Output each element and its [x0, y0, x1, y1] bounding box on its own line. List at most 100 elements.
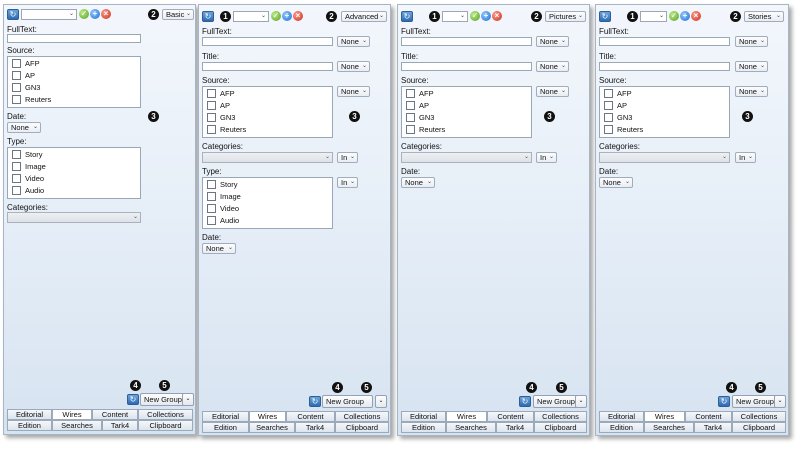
refresh-icon[interactable]: ↻: [401, 11, 413, 22]
source-item[interactable]: Reuters: [406, 124, 445, 135]
tab-wires[interactable]: Wires: [249, 411, 286, 422]
tab-clipboard[interactable]: Clipboard: [534, 422, 587, 433]
mode-dropdown[interactable]: Basic ⌄: [162, 9, 194, 20]
mode-dropdown[interactable]: Advanced ⌄: [341, 11, 387, 22]
fulltext-input[interactable]: [401, 37, 532, 46]
checkbox[interactable]: [207, 203, 216, 213]
date-dropdown[interactable]: None ⌄: [599, 177, 633, 188]
refresh-icon[interactable]: ↻: [599, 11, 611, 22]
title-input[interactable]: [202, 62, 333, 71]
mode-dropdown[interactable]: Stories ⌄: [744, 11, 784, 22]
source-item[interactable]: Reuters: [604, 124, 643, 135]
tab-searches[interactable]: Searches: [249, 422, 295, 433]
source-item[interactable]: GN3: [604, 112, 632, 123]
checkbox[interactable]: [12, 185, 21, 195]
checkbox[interactable]: [406, 88, 415, 98]
tab-collections[interactable]: Collections: [138, 409, 193, 420]
checkbox[interactable]: [207, 100, 216, 110]
type-item[interactable]: Story: [207, 179, 238, 190]
checkbox[interactable]: [12, 58, 21, 68]
confirm-icon[interactable]: ✓: [669, 11, 679, 21]
add-icon[interactable]: +: [90, 9, 100, 19]
categories-operator-dropdown[interactable]: In ⌄: [735, 152, 756, 163]
tab-collections[interactable]: Collections: [732, 411, 786, 422]
fulltext-operator-dropdown[interactable]: None ⌄: [536, 36, 569, 47]
source-operator-dropdown[interactable]: None ⌄: [536, 86, 569, 97]
type-item[interactable]: Image: [207, 191, 241, 202]
tab-searches[interactable]: Searches: [446, 422, 496, 433]
source-item[interactable]: AFP: [604, 88, 632, 99]
confirm-icon[interactable]: ✓: [470, 11, 480, 21]
source-item[interactable]: AFP: [12, 58, 40, 69]
tab-clipboard[interactable]: Clipboard: [732, 422, 786, 433]
fulltext-operator-dropdown[interactable]: None ⌄: [337, 36, 370, 47]
categories-combo[interactable]: ⌄: [7, 212, 141, 223]
new-group-dropdown[interactable]: ⌄: [774, 395, 786, 408]
tab-edition[interactable]: Edition: [599, 422, 644, 433]
new-group-button[interactable]: New Group: [322, 395, 373, 408]
checkbox[interactable]: [207, 88, 216, 98]
categories-operator-dropdown[interactable]: In ⌄: [536, 152, 557, 163]
title-operator-dropdown[interactable]: None ⌄: [337, 61, 370, 72]
saved-search-combo[interactable]: ⌄: [442, 11, 468, 22]
source-operator-dropdown[interactable]: None ⌄: [735, 86, 768, 97]
fulltext-input[interactable]: [7, 34, 141, 43]
mode-dropdown[interactable]: Pictures ⌄: [545, 11, 586, 22]
tab-tark4[interactable]: Tark4: [496, 422, 534, 433]
type-operator-dropdown[interactable]: In ⌄: [337, 177, 358, 188]
source-item[interactable]: GN3: [207, 112, 235, 123]
new-group-dropdown[interactable]: ⌄: [182, 393, 194, 406]
title-input[interactable]: [599, 62, 730, 71]
checkbox[interactable]: [604, 124, 613, 134]
saved-search-combo[interactable]: ⌄: [21, 9, 77, 20]
new-group-dropdown[interactable]: ⌄: [375, 395, 387, 408]
source-item[interactable]: Reuters: [12, 94, 51, 105]
title-operator-dropdown[interactable]: None ⌄: [735, 61, 768, 72]
tab-collections[interactable]: Collections: [534, 411, 587, 422]
source-item[interactable]: AFP: [406, 88, 434, 99]
source-item[interactable]: AP: [12, 70, 35, 81]
date-dropdown[interactable]: None ⌄: [401, 177, 435, 188]
source-item[interactable]: GN3: [406, 112, 434, 123]
refresh-icon[interactable]: ↻: [202, 11, 214, 22]
source-item[interactable]: AP: [406, 100, 429, 111]
title-input[interactable]: [401, 62, 532, 71]
type-item[interactable]: Story: [12, 149, 43, 160]
tab-edition[interactable]: Edition: [7, 420, 52, 431]
tab-wires[interactable]: Wires: [52, 409, 92, 420]
type-item[interactable]: Audio: [207, 215, 239, 226]
categories-combo[interactable]: ⌄: [401, 152, 532, 163]
tab-content[interactable]: Content: [92, 409, 138, 420]
fulltext-input[interactable]: [599, 37, 730, 46]
type-item[interactable]: Video: [207, 203, 239, 214]
type-item[interactable]: Audio: [12, 185, 44, 196]
checkbox[interactable]: [12, 173, 21, 183]
tab-editorial[interactable]: Editorial: [599, 411, 644, 422]
refresh-icon[interactable]: ↻: [718, 396, 730, 407]
refresh-icon[interactable]: ↻: [519, 396, 531, 407]
checkbox[interactable]: [207, 215, 216, 225]
checkbox[interactable]: [406, 112, 415, 122]
tab-wires[interactable]: Wires: [446, 411, 487, 422]
tab-content[interactable]: Content: [286, 411, 335, 422]
tab-editorial[interactable]: Editorial: [7, 409, 52, 420]
saved-search-combo[interactable]: ⌄: [640, 11, 667, 22]
checkbox[interactable]: [12, 94, 21, 104]
refresh-icon[interactable]: ↻: [309, 396, 321, 407]
checkbox[interactable]: [207, 179, 216, 189]
type-item[interactable]: Video: [12, 173, 44, 184]
saved-search-combo[interactable]: ⌄: [233, 11, 269, 22]
checkbox[interactable]: [604, 88, 613, 98]
type-item[interactable]: Image: [12, 161, 46, 172]
categories-combo[interactable]: ⌄: [202, 152, 333, 163]
delete-icon[interactable]: ×: [101, 9, 111, 19]
confirm-icon[interactable]: ✓: [271, 11, 281, 21]
checkbox[interactable]: [12, 149, 21, 159]
tab-editorial[interactable]: Editorial: [401, 411, 446, 422]
tab-tark4[interactable]: Tark4: [102, 420, 138, 431]
add-icon[interactable]: +: [481, 11, 491, 21]
confirm-icon[interactable]: ✓: [79, 9, 89, 19]
delete-icon[interactable]: ×: [492, 11, 502, 21]
source-item[interactable]: GN3: [12, 82, 40, 93]
tab-searches[interactable]: Searches: [644, 422, 694, 433]
